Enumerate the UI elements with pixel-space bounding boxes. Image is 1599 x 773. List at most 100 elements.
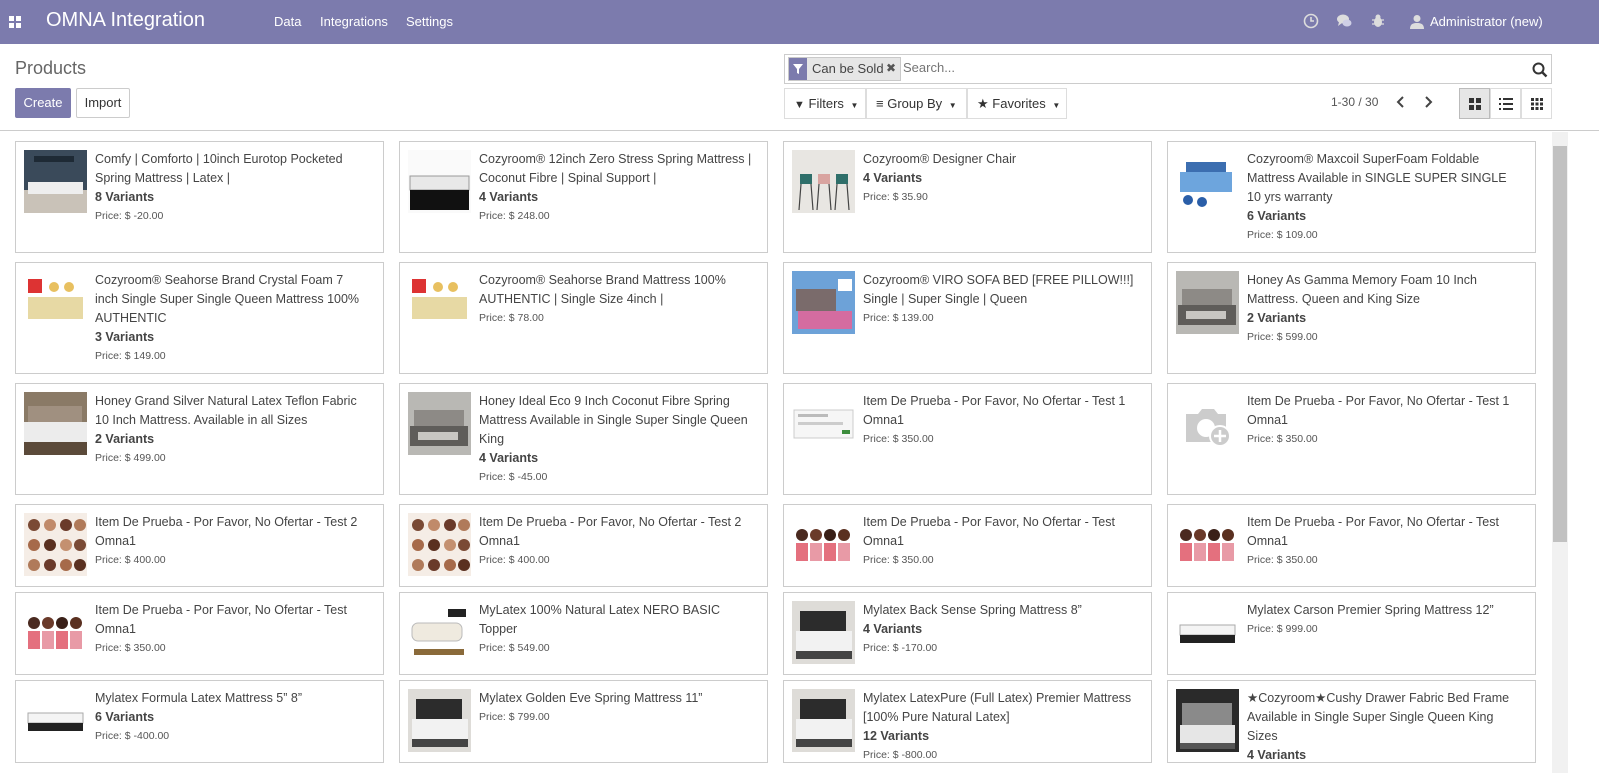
facet-remove-icon[interactable]: ✖ — [886, 61, 896, 75]
product-name-line: Item De Prueba - Por Favor, No Ofertar -… — [1247, 515, 1499, 529]
product-name-line: Mylatex Back Sense Spring Mattress 8” — [863, 603, 1082, 617]
pager-previous-icon[interactable] — [1394, 94, 1408, 110]
product-name-line: Topper — [479, 622, 518, 636]
product-name-line: Item De Prueba - Por Favor, No Ofertar -… — [479, 515, 742, 529]
product-image — [792, 150, 855, 213]
product-price: Price: $ 350.00 — [863, 554, 934, 566]
list-icon: ≡ — [876, 96, 884, 111]
product-name-line: Mylatex Golden Eve Spring Mattress 11” — [479, 691, 703, 705]
menu-data[interactable]: Data — [274, 14, 301, 29]
apps-menu-icon[interactable] — [9, 16, 21, 28]
kanban-view-button[interactable] — [1459, 88, 1490, 119]
product-name-line: King — [479, 432, 505, 446]
product-name-line: Omna1 — [95, 622, 136, 636]
product-card[interactable]: Cozyroom® VIRO SOFA BED [FREE PILLOW!!!]… — [783, 262, 1152, 374]
product-variants: 2 Variants — [95, 432, 155, 446]
product-name-line: Spring Mattress | Latex | — [95, 171, 231, 185]
product-name-line: Mylatex Formula Latex Mattress 5” 8” — [95, 691, 303, 705]
product-card[interactable]: Honey Ideal Eco 9 Inch Coconut Fibre Spr… — [399, 383, 768, 495]
product-name-line: Honey As Gamma Memory Foam 10 Inch — [1247, 273, 1477, 287]
product-card[interactable]: Mylatex Formula Latex Mattress 5” 8” 6 Va… — [15, 680, 384, 763]
caret-down-icon: ▼ — [948, 101, 957, 110]
product-card[interactable]: Item De Prueba - Por Favor, No Ofertar -… — [1167, 504, 1536, 587]
clock-icon[interactable] — [1303, 13, 1319, 29]
search-input[interactable] — [903, 60, 1503, 75]
product-image — [792, 513, 855, 576]
product-info: Mylatex LatexPure (Full Latex) Premier M… — [863, 689, 1131, 762]
product-price: Price: $ 599.00 — [1247, 331, 1318, 343]
product-name-line: Omna1 — [95, 534, 136, 548]
product-info: Item De Prueba - Por Favor, No Ofertar -… — [1247, 513, 1499, 570]
product-name-line: Item De Prueba - Por Favor, No Ofertar -… — [95, 515, 358, 529]
product-card[interactable]: MyLatex 100% Natural Latex NERO BASIC Top… — [399, 592, 768, 675]
product-image — [408, 150, 471, 213]
grid-icon — [1531, 98, 1543, 110]
product-name-line: Cozyroom® Seahorse Brand Crystal Foam 7 — [95, 273, 344, 287]
product-price: Price: $ -170.00 — [863, 642, 938, 654]
product-price: Price: $ 350.00 — [863, 433, 934, 445]
product-image — [1176, 392, 1239, 455]
product-card[interactable]: Item De Prueba - Por Favor, No Ofertar -… — [15, 504, 384, 587]
product-card[interactable]: Mylatex Golden Eve Spring Mattress 11” Pr… — [399, 680, 768, 763]
product-variants: 6 Variants — [1247, 209, 1307, 223]
product-info: Item De Prueba - Por Favor, No Ofertar -… — [1247, 392, 1509, 449]
scrollbar-thumb[interactable] — [1553, 146, 1567, 542]
product-card[interactable]: Item De Prueba - Por Favor, No Ofertar -… — [15, 592, 384, 675]
product-price: Price: $ 350.00 — [1247, 433, 1318, 445]
filter-icon: ▼ — [794, 99, 805, 111]
product-info: Cozyroom® Seahorse Brand Mattress 100% AU… — [479, 271, 726, 328]
product-name-line: Mattress. Queen and King Size — [1247, 292, 1421, 306]
user-menu[interactable]: Administrator (new) — [1430, 14, 1543, 29]
product-card[interactable]: Honey Grand Silver Natural Latex Teflon … — [15, 383, 384, 495]
product-card[interactable]: ★Cozyroom★Cushy Drawer Fabric Bed Frame A… — [1167, 680, 1536, 763]
product-card[interactable]: Item De Prueba - Por Favor, No Ofertar -… — [399, 504, 768, 587]
filters-dropdown[interactable]: ▼ Filters ▼ — [784, 88, 866, 119]
product-card[interactable]: Item De Prueba - Por Favor, No Ofertar -… — [1167, 383, 1536, 495]
groupby-dropdown[interactable]: ≡ Group By ▼ — [866, 88, 967, 119]
product-name-line: Item De Prueba - Por Favor, No Ofertar -… — [863, 394, 1126, 408]
product-image — [408, 513, 471, 576]
bug-icon[interactable] — [1370, 13, 1386, 29]
create-button[interactable]: Create — [15, 88, 71, 118]
product-info: Honey Grand Silver Natural Latex Teflon … — [95, 392, 357, 468]
product-card[interactable]: Item De Prueba - Por Favor, No Ofertar -… — [783, 504, 1152, 587]
product-card[interactable]: Cozyroom® Seahorse Brand Crystal Foam 7 i… — [15, 262, 384, 374]
product-info: Cozyroom® Seahorse Brand Crystal Foam 7 i… — [95, 271, 359, 366]
product-card[interactable]: Cozyroom® 12inch Zero Stress Spring Matt… — [399, 141, 768, 253]
product-card[interactable]: Mylatex Carson Premier Spring Mattress 1… — [1167, 592, 1536, 675]
product-price: Price: $ 499.00 — [95, 452, 166, 464]
product-name-line: AUTHENTIC | Single Size 4inch | — [479, 292, 664, 306]
search-icon[interactable] — [1532, 62, 1548, 78]
favorites-dropdown[interactable]: ★ Favorites ▼ — [967, 88, 1067, 119]
product-price: Price: $ 549.00 — [479, 642, 550, 654]
top-navbar: OMNA Integration Data Integrations Setti… — [0, 0, 1599, 44]
import-button[interactable]: Import — [76, 88, 130, 118]
product-variants: 4 Variants — [479, 451, 539, 465]
product-card[interactable]: Cozyroom® Seahorse Brand Mattress 100% AU… — [399, 262, 768, 374]
product-card[interactable]: Cozyroom® Maxcoil SuperFoam Foldable Matt… — [1167, 141, 1536, 253]
product-card[interactable]: Comfy | Comforto | 10inch Eurotop Pocket… — [15, 141, 384, 253]
product-card[interactable]: Item De Prueba - Por Favor, No Ofertar -… — [783, 383, 1152, 495]
product-name-line: Item De Prueba - Por Favor, No Ofertar -… — [863, 515, 1115, 529]
grid-view-button[interactable] — [1521, 88, 1552, 119]
product-info: Cozyroom® Maxcoil SuperFoam Foldable Matt… — [1247, 150, 1507, 245]
user-avatar-icon — [1410, 15, 1424, 29]
pager-value[interactable]: 1-30 / 30 — [1331, 95, 1378, 109]
product-card[interactable]: Mylatex Back Sense Spring Mattress 8” 4 V… — [783, 592, 1152, 675]
chat-icon[interactable] — [1336, 13, 1352, 29]
pager-next-icon[interactable] — [1421, 94, 1435, 110]
product-info: Honey Ideal Eco 9 Inch Coconut Fibre Spr… — [479, 392, 748, 487]
menu-settings[interactable]: Settings — [406, 14, 453, 29]
product-variants: 4 Variants — [863, 622, 923, 636]
menu-integrations[interactable]: Integrations — [320, 14, 388, 29]
kanban-view: Comfy | Comforto | 10inch Eurotop Pocket… — [0, 132, 1552, 773]
product-info: Item De Prueba - Por Favor, No Ofertar -… — [479, 513, 741, 570]
product-info: Item De Prueba - Por Favor, No Ofertar -… — [95, 513, 357, 570]
product-card[interactable]: Cozyroom® Designer Chair 4 Variants Price:… — [783, 141, 1152, 253]
product-card[interactable]: Mylatex LatexPure (Full Latex) Premier M… — [783, 680, 1152, 763]
product-price: Price: $ 350.00 — [95, 642, 166, 654]
list-view-button[interactable] — [1490, 88, 1521, 119]
product-card[interactable]: Honey As Gamma Memory Foam 10 Inch Mattre… — [1167, 262, 1536, 374]
product-image — [408, 271, 471, 334]
product-name-line: Omna1 — [863, 534, 904, 548]
